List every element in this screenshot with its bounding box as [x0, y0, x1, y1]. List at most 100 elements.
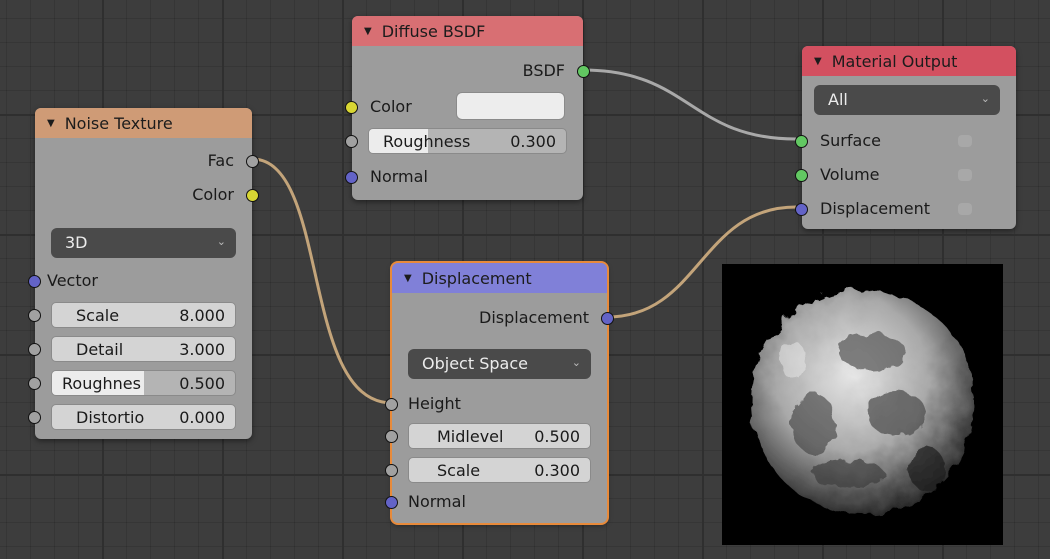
displaced-sphere-render	[751, 290, 975, 514]
target-value: All	[828, 90, 848, 109]
field-value: 0.500	[534, 427, 580, 446]
socket-label-normal: Normal	[408, 492, 466, 511]
field-value: 3.000	[179, 340, 225, 359]
socket-label-normal: Normal	[370, 167, 428, 186]
field-value: 0.500	[179, 374, 225, 393]
socket-distortion-input[interactable]	[28, 411, 41, 424]
target-dropdown[interactable]: All ⌄	[814, 85, 1000, 115]
unused-field	[958, 135, 972, 147]
field-value: 8.000	[179, 306, 225, 325]
output-row-bsdf: BSDF	[352, 58, 590, 84]
input-row-detail: Detail 3.000	[28, 336, 252, 362]
node-displacement[interactable]: ▼ Displacement Displacement Object Space…	[385, 263, 614, 523]
color-swatch[interactable]	[456, 92, 565, 120]
socket-label-vector: Vector	[47, 271, 98, 290]
socket-bsdf-output[interactable]	[577, 65, 590, 78]
socket-label-volume: Volume	[820, 165, 880, 184]
dimension-value: 3D	[65, 233, 88, 252]
field-value: 0.000	[179, 408, 225, 427]
detail-field[interactable]: Detail 3.000	[51, 336, 236, 362]
unused-field	[958, 203, 972, 215]
socket-label-color: Color	[192, 185, 234, 204]
input-row-surface: Surface	[795, 128, 1016, 154]
midlevel-field[interactable]: Midlevel 0.500	[408, 423, 591, 449]
input-row-scale: Scale 0.300	[385, 457, 607, 483]
node-editor[interactable]: ▼ Noise Texture Fac Color 3D ⌄ Vector Sc…	[0, 0, 1050, 559]
socket-scale-input[interactable]	[28, 309, 41, 322]
chevron-down-icon: ⌄	[571, 356, 581, 369]
input-row-vector: Vector	[28, 268, 252, 294]
socket-vector-input[interactable]	[28, 275, 41, 288]
field-value: 0.300	[510, 132, 556, 151]
collapse-arrow-icon[interactable]: ▼	[404, 273, 412, 284]
socket-normal-input[interactable]	[385, 496, 398, 509]
roughness-slider[interactable]: Roughnes 0.500	[51, 370, 236, 396]
field-name: Midlevel	[437, 427, 504, 446]
socket-label-displacement: Displacement	[820, 199, 930, 218]
output-row-color: Color	[35, 182, 259, 208]
socket-label-displacement: Displacement	[479, 308, 589, 327]
socket-roughness-input[interactable]	[28, 377, 41, 390]
node-title: Displacement	[421, 268, 532, 288]
input-row-displacement: Displacement	[795, 196, 1016, 222]
socket-label-bsdf: BSDF	[522, 61, 565, 80]
socket-surface-input[interactable]	[795, 135, 808, 148]
node-diffuse-bsdf[interactable]: ▼ Diffuse BSDF BSDF Color Roughness 0.30…	[345, 16, 590, 200]
socket-color-output[interactable]	[246, 189, 259, 202]
collapse-arrow-icon[interactable]: ▼	[47, 118, 55, 129]
link-bsdf-to-surface[interactable]	[582, 68, 797, 141]
node-header-material-output[interactable]: ▼ Material Output	[802, 46, 1016, 76]
field-name: Roughnes	[62, 374, 141, 393]
socket-color-input[interactable]	[345, 101, 358, 114]
input-row-height: Height	[385, 391, 607, 417]
socket-midlevel-input[interactable]	[385, 430, 398, 443]
node-noise-texture[interactable]: ▼ Noise Texture Fac Color 3D ⌄ Vector Sc…	[28, 108, 259, 439]
output-row-fac: Fac	[35, 148, 259, 174]
node-header-displacement[interactable]: ▼ Displacement	[392, 263, 607, 293]
input-row-distortion: Distortio 0.000	[28, 404, 252, 430]
socket-scale-input[interactable]	[385, 464, 398, 477]
roughness-slider[interactable]: Roughness 0.300	[368, 128, 567, 154]
input-row-midlevel: Midlevel 0.500	[385, 423, 607, 449]
socket-normal-input[interactable]	[345, 171, 358, 184]
input-row-roughness: Roughness 0.300	[345, 128, 583, 154]
input-row-normal: Normal	[385, 489, 607, 515]
input-row-normal: Normal	[345, 164, 583, 190]
socket-roughness-input[interactable]	[345, 135, 358, 148]
socket-fac-output[interactable]	[246, 155, 259, 168]
scale-field[interactable]: Scale 0.300	[408, 457, 591, 483]
field-name: Roughness	[383, 132, 471, 151]
socket-label-fac: Fac	[207, 151, 234, 170]
socket-label-color: Color	[370, 97, 412, 116]
socket-volume-input[interactable]	[795, 169, 808, 182]
socket-height-input[interactable]	[385, 398, 398, 411]
socket-displacement-input[interactable]	[795, 203, 808, 216]
scale-field[interactable]: Scale 8.000	[51, 302, 236, 328]
chevron-down-icon: ⌄	[980, 92, 990, 105]
input-row-volume: Volume	[795, 162, 1016, 188]
node-title: Material Output	[831, 51, 958, 71]
input-row-roughness: Roughnes 0.500	[28, 370, 252, 396]
input-row-color: Color	[345, 92, 583, 120]
node-header-diffuse-bsdf[interactable]: ▼ Diffuse BSDF	[352, 16, 583, 46]
collapse-arrow-icon[interactable]: ▼	[814, 56, 822, 67]
input-row-scale: Scale 8.000	[28, 302, 252, 328]
field-name: Distortio	[76, 408, 145, 427]
output-row-displacement: Displacement	[392, 305, 614, 331]
node-material-output[interactable]: ▼ Material Output All ⌄ Surface Volume D…	[795, 46, 1016, 229]
field-value: 0.300	[534, 461, 580, 480]
space-dropdown[interactable]: Object Space ⌄	[408, 349, 591, 379]
socket-displacement-output[interactable]	[601, 312, 614, 325]
node-header-noise-texture[interactable]: ▼ Noise Texture	[35, 108, 252, 138]
socket-label-height: Height	[408, 394, 461, 413]
socket-detail-input[interactable]	[28, 343, 41, 356]
collapse-arrow-icon[interactable]: ▼	[364, 26, 372, 37]
dimension-dropdown[interactable]: 3D ⌄	[51, 228, 236, 258]
field-name: Detail	[76, 340, 124, 359]
field-name: Scale	[437, 461, 481, 480]
chevron-down-icon: ⌄	[216, 235, 226, 248]
space-value: Object Space	[422, 354, 528, 373]
socket-label-surface: Surface	[820, 131, 881, 150]
distortion-field[interactable]: Distortio 0.000	[51, 404, 236, 430]
field-name: Scale	[76, 306, 120, 325]
